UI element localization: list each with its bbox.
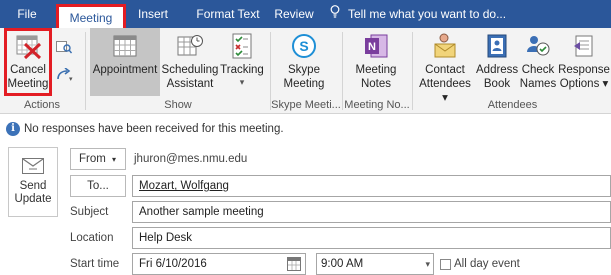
skype-label-1: Skype [288,64,320,76]
tracking-icon [228,32,256,60]
check-label-1: Check [521,64,555,76]
skype-group-label: Skype Meeti... [271,99,341,111]
tab-meeting[interactable]: Meeting [56,4,126,28]
skype-icon: S [290,32,318,60]
meeting-notes-button[interactable]: N Meeting Notes [346,28,406,96]
svg-text:▾: ▾ [69,75,73,82]
lightbulb-icon [330,0,342,28]
scheduling-label-2: Assistant [166,78,214,90]
svg-text:S: S [299,38,308,54]
calendar-icon[interactable] [287,257,301,271]
notes-label-1: Meeting [355,64,397,76]
attendees-group-label: Attendees [487,99,538,111]
cancel-meeting-highlight [4,28,52,96]
tab-format-text[interactable]: Format Text [184,0,272,28]
scheduling-assistant-button[interactable]: Scheduling Assistant [160,28,220,96]
send-envelope-icon [22,158,44,174]
to-button[interactable]: To... [70,175,126,197]
scheduling-label-1: Scheduling [161,64,219,76]
contact-attendees-button[interactable]: Contact Attendees ▾ [416,28,474,104]
check-label-2: Names [519,78,557,90]
location-field[interactable]: Help Desk [132,227,611,249]
show-group-label: Show [164,99,192,111]
info-message: No responses have been received for this… [24,123,284,135]
send-label-1: Send [19,180,47,192]
info-bar: i No responses have been received for th… [0,118,611,140]
actions-group-label: Actions [23,99,61,111]
appointment-label: Appointment [92,64,158,76]
from-button[interactable]: From ▾ [70,148,126,170]
address-label-1: Address [476,64,519,76]
chevron-down-icon: ▾ [112,155,117,164]
address-book-button[interactable]: Address Book [476,28,518,96]
response-label-1: Response [558,64,610,76]
address-book-icon [483,32,511,60]
response-label-2: Options ▾ [559,78,609,90]
appointment-button[interactable]: Appointment [90,28,160,96]
forward-icon[interactable]: ▾ [56,67,73,83]
start-date-field[interactable]: Fri 6/10/2016 [132,253,306,275]
response-options-button[interactable]: Response Options ▾ [558,28,610,96]
skype-meeting-button[interactable]: S Skype Meeting [272,28,336,96]
all-day-label: All day event [454,258,520,270]
calendar-search-icon[interactable] [56,40,73,54]
subject-label: Subject [70,206,109,218]
svg-text:N: N [368,41,376,53]
tracking-button[interactable]: Tracking ▾ [218,28,266,96]
tab-review[interactable]: Review [270,0,318,28]
contact-attendees-icon [431,32,459,60]
onenote-icon: N [362,32,390,60]
from-label: From [79,153,106,165]
ribbon-separator [85,32,86,110]
start-time-value: 9:00 AM [321,258,364,270]
chevron-down-icon[interactable]: ▾ [425,254,430,274]
appointment-icon [111,32,139,60]
all-day-checkbox[interactable] [440,259,451,270]
send-update-button[interactable]: Send Update [8,147,58,217]
tracking-dropdown-icon: ▾ [239,77,245,87]
meeting-notes-group-label: Meeting No... [344,99,410,111]
tracking-label: Tracking [220,64,264,76]
ribbon-separator [412,32,413,110]
response-options-icon [570,32,598,60]
tell-me-search[interactable]: Tell me what you want to do... [330,0,510,28]
tell-me-text: Tell me what you want to do... [348,7,507,21]
check-names-icon [524,32,552,60]
contact-label-1: Contact [425,64,465,76]
ribbon: Cancel Meeting ▾ Actions Appointment Sch… [0,28,611,114]
tab-insert[interactable]: Insert [133,0,173,28]
address-label-2: Book [483,78,511,90]
to-field[interactable]: Mozart, Wolfgang [132,175,611,197]
subject-field[interactable]: Another sample meeting [132,201,611,223]
send-label-2: Update [14,193,52,205]
start-time-label: Start time [70,258,120,270]
start-time-field[interactable]: 9:00 AM ▾ [316,253,434,275]
location-label: Location [70,232,114,244]
notes-label-2: Notes [360,78,392,90]
ribbon-tab-bar: File Meeting Insert Format Text Review T… [0,0,611,28]
start-date-value: Fri 6/10/2016 [139,258,207,270]
check-names-button[interactable]: Check Names [518,28,558,96]
to-recipient[interactable]: Mozart, Wolfgang [139,180,229,192]
scheduling-assistant-icon [176,32,204,60]
from-value: jhuron@mes.nmu.edu [134,153,248,165]
info-icon: i [6,122,20,136]
skype-label-2: Meeting [283,78,325,90]
tab-file[interactable]: File [8,0,46,28]
